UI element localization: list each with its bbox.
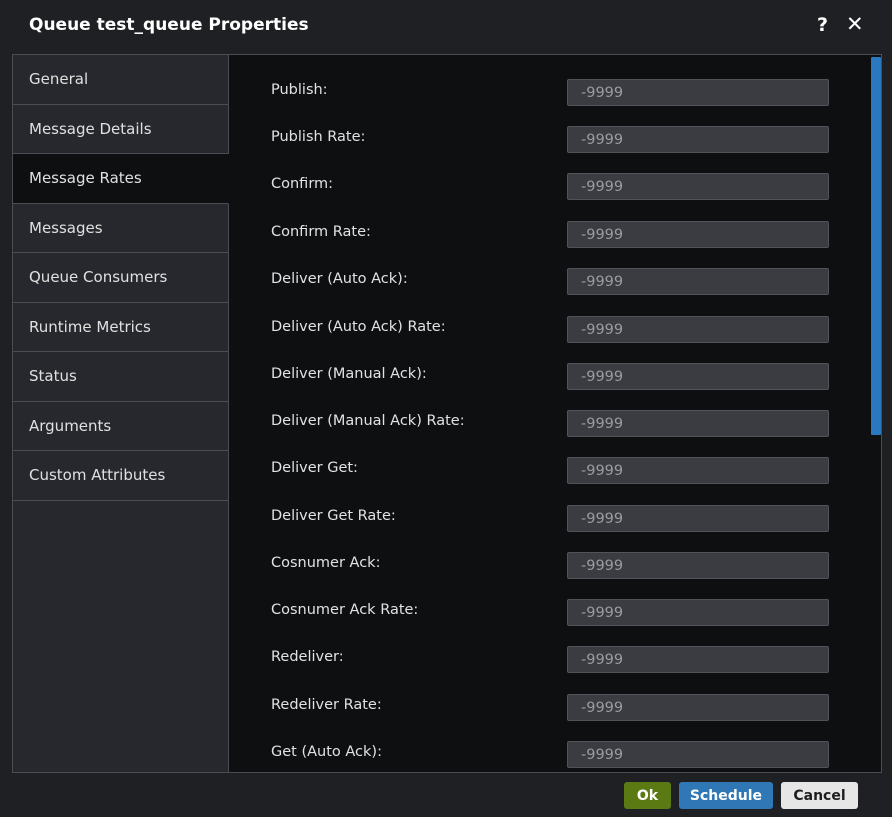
sidebar-item-messages[interactable]: Messages [13, 203, 228, 253]
field-input[interactable] [567, 268, 829, 295]
field-label: Cosnumer Ack Rate: [271, 602, 419, 618]
cancel-button[interactable]: Cancel [781, 782, 858, 809]
field-input[interactable] [567, 79, 829, 106]
field-row: Redeliver Rate: [229, 694, 869, 722]
message-rates-panel: Publish: Publish Rate: Confirm: Confirm Rat… [229, 55, 869, 772]
sidebar: General Message Details Message Rates Messa… [13, 55, 229, 772]
field-row: Deliver Get Rate: [229, 505, 869, 533]
close-icon[interactable]: ✕ [846, 12, 864, 36]
field-label: Redeliver Rate: [271, 697, 382, 713]
field-input[interactable] [567, 221, 829, 248]
sidebar-item-message-rates[interactable]: Message Rates [13, 154, 229, 204]
dialog-titlebar: Queue test_queue Properties ? ✕ [0, 0, 892, 54]
field-label: Deliver Get: [271, 460, 358, 476]
field-label: Redeliver: [271, 649, 344, 665]
field-input[interactable] [567, 363, 829, 390]
sidebar-item-status[interactable]: Status [13, 352, 228, 402]
dialog-body: General Message Details Message Rates Messa… [12, 54, 882, 773]
field-input[interactable] [567, 741, 829, 768]
field-input[interactable] [567, 552, 829, 579]
field-label: Deliver (Auto Ack): [271, 271, 408, 287]
field-input[interactable] [567, 505, 829, 532]
field-input[interactable] [567, 316, 829, 343]
field-label: Confirm: [271, 176, 334, 192]
help-icon[interactable]: ? [817, 14, 828, 36]
scrollbar[interactable] [869, 55, 881, 772]
ok-button[interactable]: Ok [624, 782, 671, 809]
dialog-title: Queue test_queue Properties [29, 15, 309, 35]
field-label: Deliver (Manual Ack): [271, 366, 427, 382]
field-row: Redeliver: [229, 646, 869, 674]
field-label: Publish: [271, 82, 328, 98]
field-input[interactable] [567, 126, 829, 153]
field-input[interactable] [567, 173, 829, 200]
schedule-button[interactable]: Schedule [679, 782, 773, 809]
sidebar-item-runtime-metrics[interactable]: Runtime Metrics [13, 302, 228, 352]
field-label: Deliver (Auto Ack) Rate: [271, 319, 446, 335]
sidebar-item-custom-attributes[interactable]: Custom Attributes [13, 451, 228, 501]
scrollbar-thumb[interactable] [871, 57, 881, 435]
field-row: Deliver (Auto Ack): [229, 268, 869, 296]
field-input[interactable] [567, 410, 829, 437]
field-row: Deliver (Manual Ack) Rate: [229, 410, 869, 438]
field-row: Get (Auto Ack): [229, 741, 869, 769]
field-label: Confirm Rate: [271, 224, 371, 240]
sidebar-item-message-details[interactable]: Message Details [13, 104, 228, 154]
sidebar-item-general[interactable]: General [13, 55, 228, 105]
field-row: Cosnumer Ack: [229, 552, 869, 580]
field-row: Publish Rate: [229, 126, 869, 154]
field-input[interactable] [567, 457, 829, 484]
field-label: Get (Auto Ack): [271, 744, 382, 760]
field-row: Deliver (Auto Ack) Rate: [229, 316, 869, 344]
field-input[interactable] [567, 646, 829, 673]
field-row: Publish: [229, 79, 869, 107]
field-row: Cosnumer Ack Rate: [229, 599, 869, 627]
field-input[interactable] [567, 694, 829, 721]
field-row: Deliver Get: [229, 457, 869, 485]
field-label: Publish Rate: [271, 129, 366, 145]
field-row: Confirm Rate: [229, 221, 869, 249]
field-label: Deliver (Manual Ack) Rate: [271, 413, 465, 429]
field-label: Cosnumer Ack: [271, 555, 381, 571]
dialog-footer: Ok Schedule Cancel [0, 773, 892, 817]
field-row: Confirm: [229, 173, 869, 201]
sidebar-item-arguments[interactable]: Arguments [13, 401, 228, 451]
field-row: Deliver (Manual Ack): [229, 363, 869, 391]
sidebar-item-queue-consumers[interactable]: Queue Consumers [13, 253, 228, 303]
field-label: Deliver Get Rate: [271, 508, 396, 524]
field-input[interactable] [567, 599, 829, 626]
